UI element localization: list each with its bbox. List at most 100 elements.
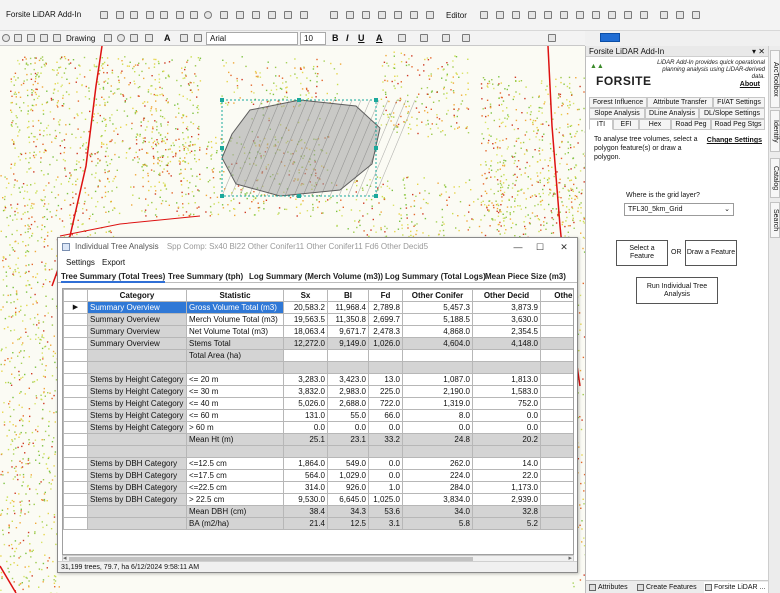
- value-cell[interactable]: 20.2: [472, 433, 541, 446]
- table-row[interactable]: [63, 445, 573, 458]
- edit-vertices-icon[interactable]: [130, 11, 138, 19]
- network-icon[interactable]: [378, 11, 386, 19]
- fill-color-icon[interactable]: [398, 34, 406, 42]
- statistic-cell[interactable]: <=17.5 cm: [186, 469, 284, 482]
- statistic-cell[interactable]: > 60 m: [186, 421, 284, 434]
- value-cell[interactable]: 2,983.0: [327, 385, 369, 398]
- value-cell[interactable]: 13.0: [368, 373, 403, 386]
- selection-handle[interactable]: [220, 146, 224, 150]
- change-settings-link[interactable]: Change Settings: [707, 137, 762, 144]
- value-cell[interactable]: 722.0: [368, 397, 403, 410]
- table-row[interactable]: Stems by Height Category > 60 m 0.0 0.0 0.0 0…: [63, 421, 573, 434]
- value-cell[interactable]: 34.0: [402, 505, 473, 518]
- value-cell[interactable]: 1,864.0: [283, 457, 328, 470]
- table-row[interactable]: Stems by DBH Category <=22.5 cm 314.0 926.0…: [63, 481, 573, 494]
- bold-button[interactable]: B: [332, 32, 339, 45]
- value-cell[interactable]: 1,029.0: [327, 469, 369, 482]
- snap-icon[interactable]: [300, 11, 308, 19]
- value-cell[interactable]: [472, 349, 541, 362]
- tab-tree-summary-tph[interactable]: Tree Summary (tph): [168, 270, 243, 283]
- selection-handle[interactable]: [220, 194, 224, 198]
- value-cell[interactable]: [368, 349, 403, 362]
- statistic-cell[interactable]: > 22.5 cm: [186, 493, 284, 506]
- value-cell[interactable]: 11,968.4: [327, 301, 369, 314]
- value-cell[interactable]: [368, 361, 403, 374]
- rotate-tool-icon[interactable]: [592, 11, 600, 19]
- circle-select-icon[interactable]: [2, 34, 10, 42]
- line-color-icon[interactable]: [420, 34, 428, 42]
- rotate-element-icon[interactable]: [117, 34, 125, 42]
- value-cell[interactable]: (: [540, 433, 573, 446]
- tab-log-summary-merch[interactable]: Log Summary (Merch Volume (m3)): [249, 270, 383, 283]
- zoom-out-icon[interactable]: [27, 34, 35, 42]
- font-name-select[interactable]: Arial: [206, 32, 298, 45]
- value-cell[interactable]: 0.0: [472, 421, 541, 434]
- value-cell[interactable]: 262.0: [402, 457, 473, 470]
- value-cell[interactable]: 66.0: [368, 409, 403, 422]
- row-header[interactable]: [63, 409, 88, 422]
- value-cell[interactable]: 0.0: [402, 421, 473, 434]
- value-cell[interactable]: (: [540, 397, 573, 410]
- value-cell[interactable]: [327, 445, 369, 458]
- category-cell[interactable]: [87, 445, 187, 458]
- color-swatch[interactable]: [600, 33, 620, 42]
- statistic-cell[interactable]: Mean DBH (cm): [186, 505, 284, 518]
- symbol-icon[interactable]: [548, 34, 556, 42]
- draw-feature-button[interactable]: Draw a Feature: [685, 240, 737, 266]
- tab-hex[interactable]: Hex: [639, 119, 671, 130]
- category-cell[interactable]: Stems by DBH Category: [87, 493, 187, 506]
- step-icon[interactable]: [346, 11, 354, 19]
- table-row[interactable]: Mean Ht (m)25.123.133.224.820.2(: [63, 433, 573, 446]
- value-cell[interactable]: 4,868.0: [402, 325, 473, 338]
- statistic-cell[interactable]: Net Volume Total (m3): [186, 325, 284, 338]
- value-cell[interactable]: 22.0: [472, 469, 541, 482]
- callout-icon[interactable]: [180, 34, 188, 42]
- tab-fiat-settings[interactable]: FI/AT Settings: [713, 97, 765, 108]
- value-cell[interactable]: 25.1: [283, 433, 328, 446]
- tool-a-icon[interactable]: [660, 11, 668, 19]
- category-cell[interactable]: Summary Overview: [87, 313, 187, 326]
- value-cell[interactable]: 5,188: [540, 313, 573, 326]
- straight-segment-icon[interactable]: [512, 11, 520, 19]
- value-cell[interactable]: [327, 361, 369, 374]
- run-individual-tree-analysis-button[interactable]: Run Individual Tree Analysis: [636, 277, 718, 304]
- value-cell[interactable]: [283, 445, 328, 458]
- toolbar-handle-icon[interactable]: [100, 11, 108, 19]
- value-cell[interactable]: 5.8: [402, 517, 473, 530]
- value-cell[interactable]: 9,530.0: [283, 493, 328, 506]
- statistic-cell[interactable]: <= 60 m: [186, 409, 284, 422]
- table-row[interactable]: Stems by Height Category <= 30 m 3,832.0 2,…: [63, 385, 573, 398]
- buffer-icon[interactable]: [252, 11, 260, 19]
- column-header[interactable]: Other Conifer: [540, 289, 573, 302]
- table-row[interactable]: [63, 361, 573, 374]
- value-cell[interactable]: 55.0: [327, 409, 369, 422]
- value-cell[interactable]: 11,350.8: [327, 313, 369, 326]
- globe-icon[interactable]: [204, 11, 212, 19]
- statistic-cell[interactable]: <=22.5 cm: [186, 481, 284, 494]
- value-cell[interactable]: 2,478.3: [368, 325, 403, 338]
- value-cell[interactable]: 18,063.4: [283, 325, 328, 338]
- value-cell[interactable]: (: [540, 385, 573, 398]
- select-elements-icon[interactable]: [104, 34, 112, 42]
- table-row[interactable]: ▶ Summary Overview Gross Volume Total (m3)…: [63, 301, 573, 314]
- value-cell[interactable]: 53.6: [368, 505, 403, 518]
- value-cell[interactable]: 23.1: [327, 433, 369, 446]
- value-cell[interactable]: 2,354.5: [472, 325, 541, 338]
- column-header[interactable]: Category: [87, 289, 187, 302]
- table-row[interactable]: Stems by DBH Category > 22.5 cm 9,530.0 6,6…: [63, 493, 573, 506]
- attributes-tab[interactable]: Attributes: [588, 582, 634, 593]
- row-header[interactable]: [63, 517, 88, 530]
- value-cell[interactable]: 4,604: [540, 337, 573, 350]
- reshape-icon[interactable]: [220, 11, 228, 19]
- category-cell[interactable]: Stems by Height Category: [87, 397, 187, 410]
- value-cell[interactable]: 3,423.0: [327, 373, 369, 386]
- value-cell[interactable]: 1,087.0: [402, 373, 473, 386]
- value-cell[interactable]: [472, 361, 541, 374]
- value-cell[interactable]: 0.0: [368, 469, 403, 482]
- column-header[interactable]: Sx: [283, 289, 328, 302]
- statistic-cell[interactable]: [186, 445, 284, 458]
- value-cell[interactable]: (: [540, 457, 573, 470]
- column-header[interactable]: Statistic: [186, 289, 284, 302]
- value-cell[interactable]: 1,026.0: [368, 337, 403, 350]
- value-cell[interactable]: 1,813.0: [472, 373, 541, 386]
